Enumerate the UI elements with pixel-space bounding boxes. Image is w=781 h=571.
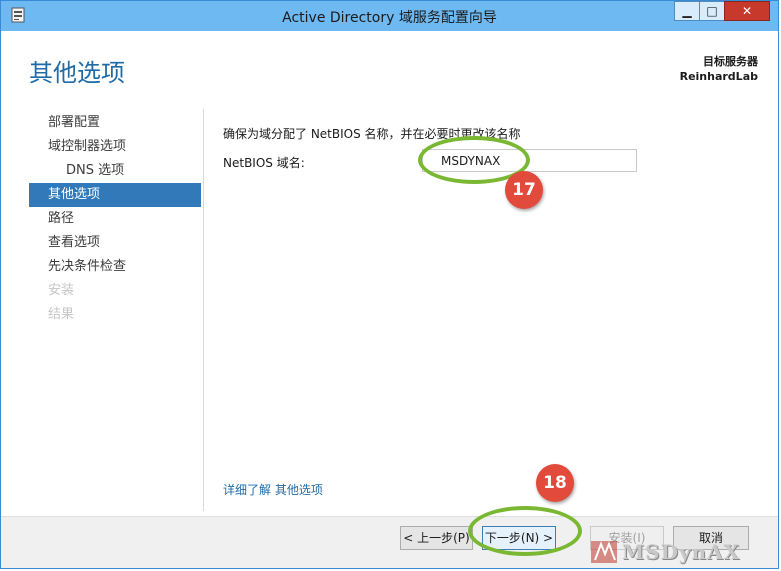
nav-item-results: 结果	[48, 307, 75, 322]
minimize-button[interactable]: ▁	[674, 1, 700, 21]
target-server: 目标服务器 ReinhardLab	[680, 54, 758, 84]
highlight-ring-next	[468, 506, 582, 556]
window-title: Active Directory 域服务配置向导	[282, 10, 497, 26]
maximize-button[interactable]: □	[699, 1, 725, 21]
step-badge-17: 17	[505, 171, 543, 209]
target-server-name: ReinhardLab	[679, 70, 758, 83]
step-badge-18: 18	[536, 464, 574, 502]
close-button[interactable]: ✕	[724, 1, 770, 21]
nav-item-install: 安装	[48, 283, 75, 298]
learn-more-link[interactable]: 详细了解 其他选项	[223, 481, 323, 498]
nav-item-additional-options[interactable]: 其他选项	[29, 183, 201, 207]
nav-item-dc-options[interactable]: 域控制器选项	[29, 135, 201, 159]
wizard-nav: 部署配置 域控制器选项 DNS 选项 其他选项 路径 查看选项 先决条件检查 安…	[29, 111, 201, 327]
nav-item-paths[interactable]: 路径	[29, 207, 201, 231]
title-bar[interactable]: Active Directory 域服务配置向导 ▁ □ ✕	[1, 1, 778, 31]
nav-item-review[interactable]: 查看选项	[29, 231, 201, 255]
previous-button[interactable]: < 上一步(P)	[400, 526, 473, 550]
watermark-text: MSDynAX	[622, 540, 741, 564]
nav-item-deployment[interactable]: 部署配置	[29, 111, 201, 135]
nav-item-prereq[interactable]: 先决条件检查	[29, 255, 201, 279]
nav-divider	[203, 109, 204, 511]
watermark: MSDynAX	[590, 538, 776, 566]
target-server-label: 目标服务器	[703, 55, 758, 68]
nav-item-dns-options[interactable]: DNS 选项	[29, 159, 201, 183]
wizard-window: Active Directory 域服务配置向导 ▁ □ ✕ 其他选项 目标服务…	[0, 0, 779, 569]
page-title: 其他选项	[29, 59, 125, 87]
watermark-logo-icon	[591, 541, 617, 563]
netbios-label: NetBIOS 域名:	[223, 156, 305, 170]
